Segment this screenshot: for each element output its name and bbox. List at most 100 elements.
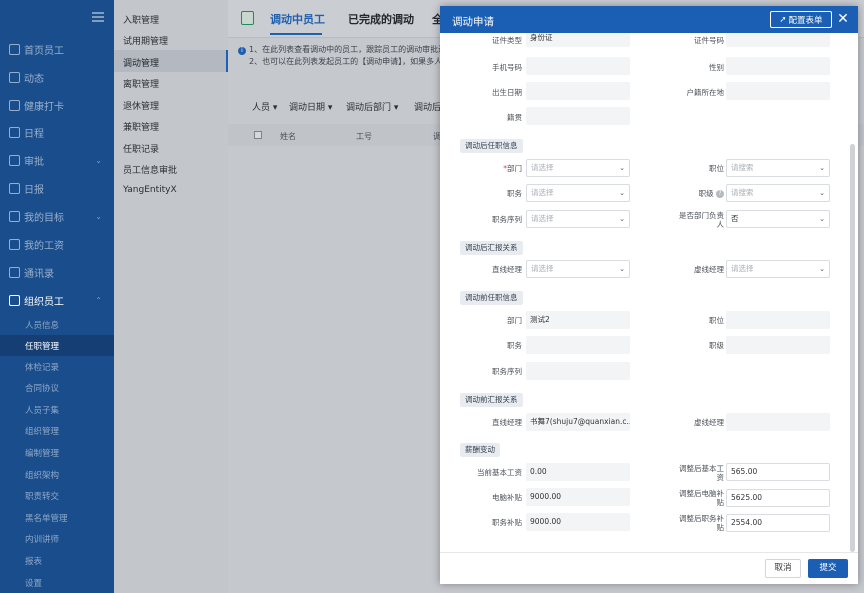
filter-dept[interactable]: 调动后部门 ▾ bbox=[346, 100, 398, 113]
sidebar-subitem[interactable]: 报表 bbox=[0, 550, 114, 571]
sidebar-item-label: 日报 bbox=[24, 184, 44, 196]
sidebar-subitem[interactable]: 人员子集 bbox=[0, 399, 114, 420]
sidebar-subitem[interactable]: 职责转交 bbox=[0, 485, 114, 506]
sidebar-subitem[interactable]: 人员信息 bbox=[0, 314, 114, 335]
position-select[interactable]: 请搜索 ⌄ bbox=[726, 159, 830, 177]
field-label: 职务序列 bbox=[492, 215, 522, 224]
sidebar-item-approval[interactable]: 审批 ⌄ bbox=[0, 149, 114, 171]
sidebar-item-calendar[interactable]: 日程 bbox=[0, 121, 114, 143]
secondary-nav-item[interactable]: 退休管理 bbox=[123, 99, 159, 112]
direct-manager-select[interactable]: 请选择 ⌄ bbox=[526, 260, 630, 278]
sidebar-subitem[interactable]: 组织架构 bbox=[0, 464, 114, 485]
secondary-nav-item[interactable]: YangEntityX bbox=[123, 185, 177, 195]
filter-date[interactable]: 调动日期 ▾ bbox=[289, 100, 332, 113]
sidebar-subitem[interactable]: 合同协议 bbox=[0, 377, 114, 398]
sidebar-item-label: 审批 bbox=[24, 156, 44, 168]
field-label: 直线经理 bbox=[492, 265, 522, 274]
close-icon[interactable]: ✕ bbox=[834, 10, 852, 28]
sidebar-item-salary[interactable]: 我的工资 bbox=[0, 233, 114, 255]
filter-person[interactable]: 人员 ▾ bbox=[252, 100, 277, 113]
section-salary: 薪酬变动 bbox=[460, 443, 500, 457]
secondary-nav-item-active[interactable]: 调动管理 bbox=[114, 50, 228, 72]
secondary-nav-item[interactable]: 试用期管理 bbox=[123, 34, 168, 47]
adjusted-base-salary-input[interactable]: 565.00 bbox=[726, 463, 830, 481]
info-icon: i bbox=[238, 47, 246, 55]
field-label: 职务补贴 bbox=[492, 518, 522, 527]
duty-sequence-select[interactable]: 请选择 ⌄ bbox=[526, 210, 630, 228]
field-label: 调整后职务补贴 bbox=[679, 514, 724, 532]
sidebar-item-label: 健康打卡 bbox=[24, 101, 64, 113]
sidebar-item-home[interactable]: 首页员工 bbox=[0, 38, 114, 60]
submit-button[interactable]: 提交 bbox=[808, 559, 848, 578]
sidebar-item-org[interactable]: 组织员工 ⌃ bbox=[0, 289, 114, 311]
sidebar-item-health[interactable]: 健康打卡 bbox=[0, 94, 114, 116]
dept-select[interactable]: 请选择 ⌄ bbox=[526, 159, 630, 177]
sidebar-item-label: 动态 bbox=[24, 73, 44, 85]
sidebar-subitem-active[interactable]: 任职管理 bbox=[0, 335, 114, 356]
adjusted-duty-allowance-input[interactable]: 2554.00 bbox=[726, 514, 830, 532]
target-icon bbox=[9, 210, 20, 222]
chevron-down-icon: ⌄ bbox=[819, 189, 825, 197]
sidebar-subitem[interactable]: 黑名单管理 bbox=[0, 507, 114, 528]
secondary-nav-item[interactable]: 兼职管理 bbox=[123, 120, 159, 133]
notice-text: 1、在此列表查看调动中的员工，跟踪员工的调动审批进 bbox=[249, 45, 447, 54]
sidebar-item-target[interactable]: 我的目标 ⌄ bbox=[0, 205, 114, 227]
field-label: 性别 bbox=[709, 63, 724, 72]
sidebar-subitem[interactable]: 编制管理 bbox=[0, 442, 114, 463]
config-form-button[interactable]: ➚ 配置表单 bbox=[770, 11, 832, 28]
hukou-field bbox=[726, 82, 830, 100]
salary-icon bbox=[9, 238, 20, 250]
sidebar-subitem[interactable]: 设置 bbox=[0, 572, 114, 593]
selected-value: 否 bbox=[731, 214, 739, 223]
dept-head-select[interactable]: 否 ⌄ bbox=[726, 210, 830, 228]
column-header[interactable]: 姓名 bbox=[280, 131, 296, 142]
field-label: 是否部门负责人 bbox=[679, 211, 724, 229]
secondary-nav-item[interactable]: 任职记录 bbox=[123, 142, 159, 155]
sidebar-item-report[interactable]: 日报 bbox=[0, 177, 114, 199]
tab-in-transfer[interactable]: 调动中员工 bbox=[270, 11, 325, 27]
duty-allowance-field: 9000.00 bbox=[526, 513, 630, 531]
level-select[interactable]: 请搜索 ⌄ bbox=[726, 184, 830, 202]
prev-position-field bbox=[726, 311, 830, 329]
adjusted-pc-allowance-input[interactable]: 5625.00 bbox=[726, 489, 830, 507]
phone-field bbox=[526, 57, 630, 75]
chevron-down-icon: ⌄ bbox=[95, 211, 102, 221]
field-label: 证件类型 bbox=[492, 36, 522, 45]
prev-duty-sequence-field bbox=[526, 362, 630, 380]
help-icon[interactable]: ? bbox=[716, 190, 724, 198]
field-label: 直线经理 bbox=[492, 418, 522, 427]
sidebar-item-feed[interactable]: 动态 bbox=[0, 66, 114, 88]
tab-completed[interactable]: 已完成的调动 bbox=[348, 11, 414, 27]
prev-duty-field bbox=[526, 336, 630, 354]
org-icon bbox=[9, 294, 20, 306]
select-all-checkbox[interactable] bbox=[254, 131, 262, 139]
sidebar-item-contacts[interactable]: 通讯录 bbox=[0, 261, 114, 283]
secondary-nav-item[interactable]: 员工信息审批 bbox=[123, 163, 177, 176]
sidebar-subitem[interactable]: 组织管理 bbox=[0, 420, 114, 441]
field-label: 当前基本工资 bbox=[477, 468, 522, 477]
duty-select[interactable]: 请选择 ⌄ bbox=[526, 184, 630, 202]
virtual-manager-select[interactable]: 请选择 ⌄ bbox=[726, 260, 830, 278]
send-icon: ➚ bbox=[779, 14, 787, 25]
field-label: 部门 bbox=[507, 316, 522, 325]
secondary-nav-item[interactable]: 入职管理 bbox=[123, 13, 159, 26]
section-after-job: 调动后任职信息 bbox=[460, 139, 523, 153]
document-icon bbox=[241, 11, 254, 25]
menu-icon[interactable] bbox=[92, 12, 104, 22]
sidebar-subitem[interactable]: 内训讲师 bbox=[0, 528, 114, 549]
id-number-field bbox=[726, 33, 830, 47]
native-place-field bbox=[526, 107, 630, 125]
field-label: 职位 bbox=[709, 164, 724, 173]
column-header[interactable]: 工号 bbox=[356, 131, 372, 142]
cancel-button[interactable]: 取消 bbox=[765, 559, 801, 578]
sidebar-subitem[interactable]: 体检记录 bbox=[0, 356, 114, 377]
field-label: 调整后电脑补贴 bbox=[679, 489, 724, 507]
placeholder: 请选择 bbox=[731, 264, 754, 273]
filter-more[interactable]: 调动后 bbox=[414, 100, 441, 113]
chevron-down-icon: ⌄ bbox=[619, 265, 625, 273]
secondary-nav-item[interactable]: 离职管理 bbox=[123, 77, 159, 90]
chevron-up-icon: ⌃ bbox=[95, 295, 102, 305]
field-label: 职级 bbox=[709, 341, 724, 350]
dialog-scrollbar[interactable] bbox=[850, 144, 855, 552]
chevron-down-icon: ⌄ bbox=[819, 164, 825, 172]
